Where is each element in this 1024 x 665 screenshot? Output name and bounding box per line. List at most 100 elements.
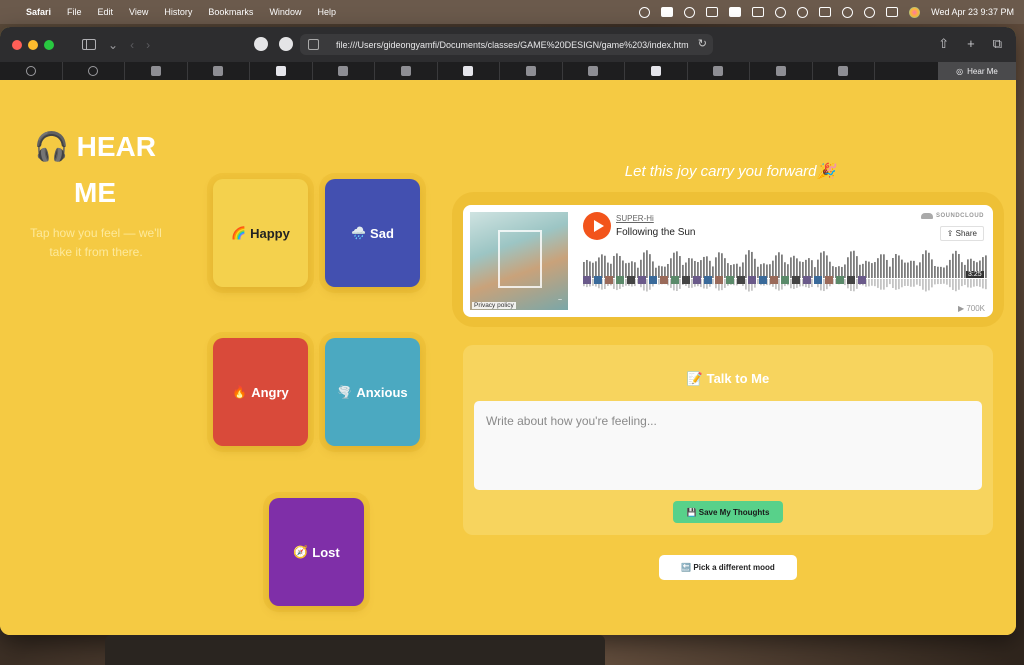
close-window-button[interactable] — [12, 39, 22, 50]
waveform-bar — [670, 258, 672, 278]
waveform-bar — [844, 264, 846, 278]
journal-title: 📝 Talk to Me — [686, 371, 770, 386]
options-icon[interactable] — [684, 6, 696, 18]
waveform-bar — [700, 260, 702, 278]
waveform-bar — [781, 254, 783, 278]
mood-button-angry[interactable]: 🔥 Angry — [213, 338, 308, 446]
menu-history[interactable]: History — [164, 7, 192, 17]
menu-view[interactable]: View — [129, 7, 148, 17]
tab-favicon-icon — [525, 66, 536, 76]
waveform-bar — [613, 255, 615, 278]
control-center-icon[interactable] — [886, 7, 899, 17]
control-icon[interactable] — [729, 7, 742, 17]
browser-tab[interactable] — [563, 62, 625, 80]
track-duration: 3:25 — [966, 271, 984, 278]
menu-help[interactable]: Help — [317, 7, 336, 17]
compass-icon: ◎ — [956, 66, 964, 76]
privacy-policy-link[interactable]: Privacy policy — [472, 302, 516, 309]
browser-tab[interactable] — [313, 62, 375, 80]
browser-tab[interactable] — [438, 62, 500, 80]
address-bar[interactable]: file:///Users/gideongyamfi/Documents/cla… — [300, 34, 713, 55]
new-tab-icon[interactable]: + — [967, 36, 975, 52]
comment-avatar — [583, 276, 591, 284]
pick-different-mood-button[interactable]: 🔙 Pick a different mood — [659, 555, 797, 580]
mood-button-sad[interactable]: 🌧️ Sad — [325, 179, 420, 287]
waveform-bar — [823, 251, 825, 278]
battery-icon[interactable] — [819, 7, 832, 17]
chevron-down-icon[interactable]: ⌄ — [108, 38, 118, 52]
browser-tab[interactable] — [500, 62, 563, 80]
waveform-bar — [667, 263, 669, 278]
play-icon[interactable] — [797, 6, 809, 18]
moon-icon[interactable] — [775, 6, 787, 18]
menu-edit[interactable]: Edit — [98, 7, 114, 17]
waveform-bar — [910, 260, 912, 278]
waveform-bar — [763, 263, 765, 278]
browser-tab[interactable] — [0, 62, 63, 80]
waveform-reflection — [712, 279, 714, 285]
track-title[interactable]: Following the Sun — [616, 227, 696, 238]
menu-window[interactable]: Window — [269, 7, 301, 17]
url-text[interactable]: file:///Users/gideongyamfi/Documents/cla… — [336, 40, 689, 50]
play-button[interactable] — [583, 212, 611, 240]
waveform-reflection — [982, 279, 984, 289]
browser-tab[interactable] — [188, 62, 250, 80]
waveform-bar — [937, 266, 939, 278]
forward-button[interactable]: › — [146, 38, 150, 52]
waveform-bar — [775, 255, 777, 278]
browser-tab[interactable] — [625, 62, 688, 80]
extension-icon[interactable] — [254, 37, 268, 51]
comment-avatar — [858, 276, 866, 284]
waveform-bar — [634, 262, 636, 278]
waveform-bar — [871, 263, 873, 278]
wifi-icon[interactable] — [842, 6, 854, 18]
menu-file[interactable]: File — [67, 7, 82, 17]
browser-tab[interactable] — [250, 62, 313, 80]
search-icon[interactable] — [864, 6, 876, 18]
browser-tab[interactable] — [375, 62, 438, 80]
brightness-icon[interactable] — [706, 7, 719, 17]
share-icon[interactable]: ⇧ — [938, 36, 949, 52]
browser-tab[interactable] — [63, 62, 125, 80]
track-artwork[interactable]: ~ Privacy policy — [470, 212, 568, 310]
save-thoughts-button[interactable]: 💾 Save My Thoughts — [673, 501, 783, 523]
waveform-reflection — [691, 279, 693, 288]
comment-avatar — [627, 276, 635, 284]
mood-button-lost[interactable]: 🧭 Lost — [269, 498, 364, 606]
g-icon[interactable] — [661, 7, 674, 17]
waveform-bar — [898, 255, 900, 278]
mood-button-happy[interactable]: 🌈 Happy — [213, 179, 308, 287]
tagline-text: Let this joy carry you forward — [624, 163, 817, 180]
back-button[interactable]: ‹ — [130, 38, 134, 52]
tab-overview-icon[interactable]: ⧉ — [993, 36, 1002, 52]
menu-bookmarks[interactable]: Bookmarks — [208, 7, 253, 17]
browser-tab[interactable] — [750, 62, 813, 80]
menubar-datetime[interactable]: Wed Apr 23 9:37 PM — [931, 7, 1014, 17]
share-button[interactable]: ⇪ Share — [939, 226, 984, 241]
sidebar-toggle-icon[interactable] — [82, 39, 96, 50]
soundcloud-logo[interactable]: SOUNDCLOUD — [921, 213, 984, 219]
menu-app-name[interactable]: Safari — [26, 7, 51, 17]
minimize-window-button[interactable] — [28, 39, 38, 50]
waveform[interactable] — [583, 250, 988, 296]
browser-tab[interactable] — [813, 62, 875, 80]
tab-hear-me[interactable]: ◎ Hear Me — [938, 62, 1016, 80]
waveform-bar — [766, 264, 768, 278]
waveform-bar — [946, 265, 948, 278]
journal-textarea[interactable] — [474, 401, 982, 490]
browser-tab[interactable] — [125, 62, 188, 80]
waveform-reflection — [895, 279, 897, 290]
zoom-window-button[interactable] — [44, 39, 54, 50]
waveform-reflection — [934, 279, 936, 285]
extension-s-icon[interactable] — [279, 37, 293, 51]
mood-label: Anxious — [356, 384, 408, 400]
artist-link[interactable]: SUPER-Hi — [616, 214, 654, 223]
browser-tab[interactable] — [688, 62, 750, 80]
siri-icon[interactable] — [909, 6, 921, 18]
waveform-bar — [760, 264, 762, 278]
reload-icon[interactable]: ↻ — [698, 37, 707, 50]
display-icon[interactable] — [752, 7, 765, 17]
rain-cloud-icon: 🌧️ — [351, 226, 367, 240]
mood-button-anxious[interactable]: 🌪️ Anxious — [325, 338, 420, 446]
cloud-sync-icon[interactable] — [639, 6, 651, 18]
